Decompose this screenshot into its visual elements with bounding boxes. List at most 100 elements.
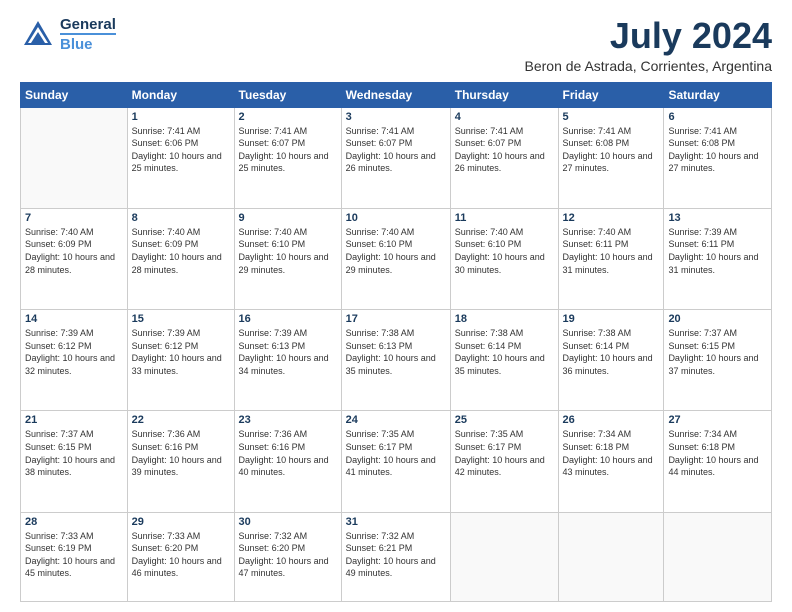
day-number: 11	[455, 212, 554, 224]
week-row-4: 21 Sunrise: 7:37 AM Sunset: 6:15 PM Dayl…	[21, 411, 772, 512]
day-info: Sunrise: 7:37 AM Sunset: 6:15 PM Dayligh…	[25, 428, 123, 478]
week-row-2: 7 Sunrise: 7:40 AM Sunset: 6:09 PM Dayli…	[21, 208, 772, 309]
calendar-cell: 23 Sunrise: 7:36 AM Sunset: 6:16 PM Dayl…	[234, 411, 341, 512]
week-row-3: 14 Sunrise: 7:39 AM Sunset: 6:12 PM Dayl…	[21, 310, 772, 411]
calendar-cell: 22 Sunrise: 7:36 AM Sunset: 6:16 PM Dayl…	[127, 411, 234, 512]
day-number: 30	[239, 516, 337, 528]
calendar-cell: 26 Sunrise: 7:34 AM Sunset: 6:18 PM Dayl…	[558, 411, 664, 512]
day-number: 14	[25, 313, 123, 325]
day-info: Sunrise: 7:39 AM Sunset: 6:12 PM Dayligh…	[132, 327, 230, 377]
day-info: Sunrise: 7:32 AM Sunset: 6:21 PM Dayligh…	[346, 530, 446, 580]
day-number: 29	[132, 516, 230, 528]
day-number: 13	[668, 212, 767, 224]
day-info: Sunrise: 7:41 AM Sunset: 6:07 PM Dayligh…	[239, 125, 337, 175]
day-number: 28	[25, 516, 123, 528]
day-number: 1	[132, 111, 230, 123]
day-info: Sunrise: 7:37 AM Sunset: 6:15 PM Dayligh…	[668, 327, 767, 377]
calendar-cell: 10 Sunrise: 7:40 AM Sunset: 6:10 PM Dayl…	[341, 208, 450, 309]
day-info: Sunrise: 7:40 AM Sunset: 6:11 PM Dayligh…	[563, 226, 660, 276]
day-number: 26	[563, 414, 660, 426]
day-number: 4	[455, 111, 554, 123]
day-number: 24	[346, 414, 446, 426]
calendar-cell: 8 Sunrise: 7:40 AM Sunset: 6:09 PM Dayli…	[127, 208, 234, 309]
day-number: 12	[563, 212, 660, 224]
day-info: Sunrise: 7:39 AM Sunset: 6:13 PM Dayligh…	[239, 327, 337, 377]
day-info: Sunrise: 7:35 AM Sunset: 6:17 PM Dayligh…	[346, 428, 446, 478]
day-info: Sunrise: 7:40 AM Sunset: 6:10 PM Dayligh…	[239, 226, 337, 276]
day-number: 25	[455, 414, 554, 426]
day-number: 23	[239, 414, 337, 426]
col-header-thursday: Thursday	[450, 82, 558, 107]
day-info: Sunrise: 7:34 AM Sunset: 6:18 PM Dayligh…	[563, 428, 660, 478]
calendar-cell: 11 Sunrise: 7:40 AM Sunset: 6:10 PM Dayl…	[450, 208, 558, 309]
day-number: 6	[668, 111, 767, 123]
day-number: 31	[346, 516, 446, 528]
calendar-cell: 29 Sunrise: 7:33 AM Sunset: 6:20 PM Dayl…	[127, 512, 234, 601]
col-header-tuesday: Tuesday	[234, 82, 341, 107]
header-row: SundayMondayTuesdayWednesdayThursdayFrid…	[21, 82, 772, 107]
calendar-cell: 9 Sunrise: 7:40 AM Sunset: 6:10 PM Dayli…	[234, 208, 341, 309]
day-info: Sunrise: 7:39 AM Sunset: 6:11 PM Dayligh…	[668, 226, 767, 276]
calendar-cell	[558, 512, 664, 601]
calendar-cell: 21 Sunrise: 7:37 AM Sunset: 6:15 PM Dayl…	[21, 411, 128, 512]
day-number: 18	[455, 313, 554, 325]
logo-icon	[20, 17, 56, 53]
day-info: Sunrise: 7:40 AM Sunset: 6:10 PM Dayligh…	[455, 226, 554, 276]
calendar-cell: 3 Sunrise: 7:41 AM Sunset: 6:07 PM Dayli…	[341, 107, 450, 208]
page: General Blue July 2024 Beron de Astrada,…	[0, 0, 792, 612]
day-info: Sunrise: 7:33 AM Sunset: 6:19 PM Dayligh…	[25, 530, 123, 580]
calendar-cell: 4 Sunrise: 7:41 AM Sunset: 6:07 PM Dayli…	[450, 107, 558, 208]
col-header-friday: Friday	[558, 82, 664, 107]
day-info: Sunrise: 7:36 AM Sunset: 6:16 PM Dayligh…	[239, 428, 337, 478]
calendar-table: SundayMondayTuesdayWednesdayThursdayFrid…	[20, 82, 772, 602]
day-number: 19	[563, 313, 660, 325]
day-number: 2	[239, 111, 337, 123]
day-info: Sunrise: 7:38 AM Sunset: 6:14 PM Dayligh…	[563, 327, 660, 377]
calendar-cell: 5 Sunrise: 7:41 AM Sunset: 6:08 PM Dayli…	[558, 107, 664, 208]
logo: General Blue	[20, 16, 116, 53]
day-number: 20	[668, 313, 767, 325]
calendar-cell	[450, 512, 558, 601]
day-number: 9	[239, 212, 337, 224]
col-header-saturday: Saturday	[664, 82, 772, 107]
calendar-cell: 28 Sunrise: 7:33 AM Sunset: 6:19 PM Dayl…	[21, 512, 128, 601]
day-number: 22	[132, 414, 230, 426]
week-row-5: 28 Sunrise: 7:33 AM Sunset: 6:19 PM Dayl…	[21, 512, 772, 601]
day-info: Sunrise: 7:40 AM Sunset: 6:10 PM Dayligh…	[346, 226, 446, 276]
col-header-wednesday: Wednesday	[341, 82, 450, 107]
day-info: Sunrise: 7:38 AM Sunset: 6:13 PM Dayligh…	[346, 327, 446, 377]
day-number: 21	[25, 414, 123, 426]
day-info: Sunrise: 7:41 AM Sunset: 6:07 PM Dayligh…	[346, 125, 446, 175]
day-number: 3	[346, 111, 446, 123]
calendar-cell: 18 Sunrise: 7:38 AM Sunset: 6:14 PM Dayl…	[450, 310, 558, 411]
day-info: Sunrise: 7:39 AM Sunset: 6:12 PM Dayligh…	[25, 327, 123, 377]
calendar-cell: 12 Sunrise: 7:40 AM Sunset: 6:11 PM Dayl…	[558, 208, 664, 309]
day-info: Sunrise: 7:41 AM Sunset: 6:08 PM Dayligh…	[668, 125, 767, 175]
calendar-cell: 31 Sunrise: 7:32 AM Sunset: 6:21 PM Dayl…	[341, 512, 450, 601]
calendar-cell: 1 Sunrise: 7:41 AM Sunset: 6:06 PM Dayli…	[127, 107, 234, 208]
calendar-cell: 24 Sunrise: 7:35 AM Sunset: 6:17 PM Dayl…	[341, 411, 450, 512]
header: General Blue July 2024 Beron de Astrada,…	[20, 16, 772, 74]
calendar-cell: 25 Sunrise: 7:35 AM Sunset: 6:17 PM Dayl…	[450, 411, 558, 512]
month-title: July 2024	[525, 16, 772, 56]
day-number: 7	[25, 212, 123, 224]
logo-general: General	[60, 16, 116, 33]
col-header-sunday: Sunday	[21, 82, 128, 107]
day-number: 10	[346, 212, 446, 224]
day-number: 5	[563, 111, 660, 123]
calendar-cell: 13 Sunrise: 7:39 AM Sunset: 6:11 PM Dayl…	[664, 208, 772, 309]
calendar-cell: 19 Sunrise: 7:38 AM Sunset: 6:14 PM Dayl…	[558, 310, 664, 411]
calendar-cell: 17 Sunrise: 7:38 AM Sunset: 6:13 PM Dayl…	[341, 310, 450, 411]
day-info: Sunrise: 7:41 AM Sunset: 6:07 PM Dayligh…	[455, 125, 554, 175]
calendar-cell	[664, 512, 772, 601]
title-area: July 2024 Beron de Astrada, Corrientes, …	[525, 16, 772, 74]
calendar-cell	[21, 107, 128, 208]
day-number: 17	[346, 313, 446, 325]
day-info: Sunrise: 7:36 AM Sunset: 6:16 PM Dayligh…	[132, 428, 230, 478]
calendar-cell: 16 Sunrise: 7:39 AM Sunset: 6:13 PM Dayl…	[234, 310, 341, 411]
calendar-cell: 15 Sunrise: 7:39 AM Sunset: 6:12 PM Dayl…	[127, 310, 234, 411]
day-info: Sunrise: 7:35 AM Sunset: 6:17 PM Dayligh…	[455, 428, 554, 478]
calendar-cell: 30 Sunrise: 7:32 AM Sunset: 6:20 PM Dayl…	[234, 512, 341, 601]
calendar-cell: 20 Sunrise: 7:37 AM Sunset: 6:15 PM Dayl…	[664, 310, 772, 411]
logo-blue: Blue	[60, 33, 116, 53]
